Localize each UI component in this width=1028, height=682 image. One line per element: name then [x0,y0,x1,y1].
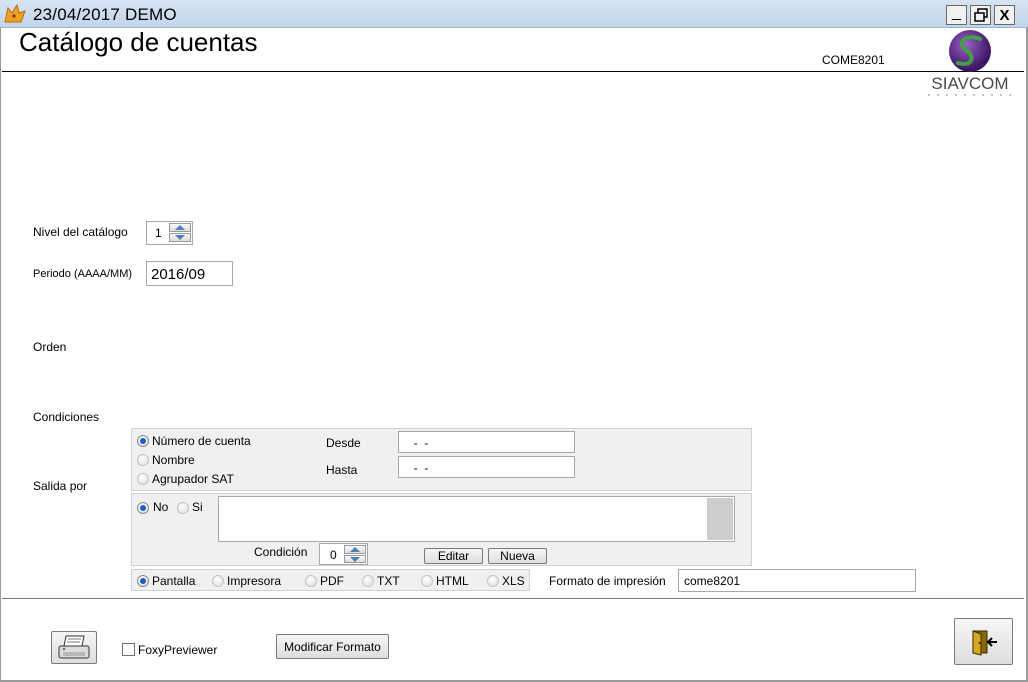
modificar-formato-label: Modificar Formato [284,639,381,654]
footer-divider [2,598,1024,599]
salida-option-html: HTML [436,574,469,588]
hasta-label: Hasta [326,463,358,477]
formato-value: come8201 [684,574,741,588]
radio-xls[interactable] [487,575,499,587]
restore-icon [973,8,988,22]
salida-panel: Pantalla Impresora PDF TXT HTML XLS [131,569,530,591]
exit-button[interactable] [954,618,1013,665]
window-title: 23/04/2017 DEMO [33,5,177,24]
radio-agrupador-sat[interactable] [137,473,149,485]
nivel-spinner[interactable]: 1 [146,221,193,245]
salida-option-xls: XLS [502,574,525,588]
radio-html[interactable] [421,575,433,587]
print-button[interactable] [51,631,97,664]
radio-nombre[interactable] [137,454,149,466]
desde-label: Desde [326,436,361,450]
form-code: COME8201 [822,53,885,67]
condicion-spinner[interactable]: 0 [319,543,368,565]
salida-option-pdf: PDF [320,574,344,588]
hasta-value: - - [407,461,429,475]
close-button[interactable]: X [994,5,1015,25]
page-title: Catálogo de cuentas [19,27,258,57]
radio-pdf[interactable] [305,575,317,587]
minimize-icon: _ [952,4,961,21]
minimize-button[interactable]: _ [946,5,967,25]
condicion-label: Condición [254,545,308,559]
condicion-value: 0 [330,548,337,562]
radio-txt[interactable] [362,575,374,587]
nivel-label: Nivel del catálogo [33,225,128,239]
nivel-value: 1 [155,226,162,240]
foxypreviewer-label: FoxyPreviewer [138,643,218,657]
desde-value: - - [407,436,429,450]
nueva-button-label: Nueva [500,549,535,563]
printer-icon [58,635,90,658]
radio-numero-cuenta[interactable] [137,435,149,447]
editar-button-label: Editar [437,549,470,563]
salida-label: Salida por [33,479,88,493]
condiciones-label: Condiciones [33,410,100,424]
orden-panel: Número de cuenta Nombre Agrupador SAT De… [131,428,752,491]
periodo-input[interactable]: 2016/09 [146,261,233,286]
condicion-spinner-up-button[interactable] [344,545,366,554]
editar-button[interactable]: Editar [424,548,483,564]
condicion-textarea[interactable] [218,496,735,542]
desde-input[interactable]: - - [398,431,575,453]
condiciones-panel: No Si Condición 0 Editar Nueva [131,493,752,566]
textarea-scrollbar[interactable] [707,498,733,540]
fox-app-icon [4,3,26,23]
orden-label: Orden [33,340,67,354]
salida-option-impresora: Impresora [227,574,282,588]
header-divider [2,71,1024,72]
radio-pantalla[interactable] [137,575,149,587]
title-bar: 23/04/2017 DEMO _ X [0,0,1028,28]
triangle-down-icon [175,235,185,240]
spinner-up-button[interactable] [169,223,191,232]
triangle-up-icon [175,225,185,230]
exit-door-icon [972,629,997,656]
close-icon: X [999,6,1010,24]
periodo-label: Periodo (AAAA/MM) [33,268,133,280]
orden-option-nombre: Nombre [152,453,195,467]
radio-si[interactable] [177,502,189,514]
orden-option-agrupador: Agrupador SAT [152,472,234,486]
radio-no[interactable] [137,502,149,514]
restore-button[interactable] [970,5,991,25]
no-label: No [153,500,169,514]
spinner-down-button[interactable] [169,233,191,242]
orden-option-numero: Número de cuenta [152,434,251,448]
triangle-down-icon [350,556,360,562]
logo-text: SIAVCOM [931,74,1008,93]
foxypreviewer-checkbox[interactable] [122,643,135,656]
formato-label: Formato de impresión [549,574,666,588]
periodo-value: 2016/09 [151,266,206,283]
salida-option-pantalla: Pantalla [152,574,196,588]
siavcom-logo: SIAVCOM [928,30,1012,96]
radio-impresora[interactable] [212,575,224,587]
triangle-up-icon [350,547,360,552]
hasta-input[interactable]: - - [398,456,575,478]
salida-option-txt: TXT [377,574,400,588]
nueva-button[interactable]: Nueva [488,548,547,564]
modificar-formato-button[interactable]: Modificar Formato [276,634,389,659]
formato-input[interactable]: come8201 [678,569,916,592]
condicion-spinner-down-button[interactable] [344,555,366,563]
si-label: Si [192,500,203,514]
